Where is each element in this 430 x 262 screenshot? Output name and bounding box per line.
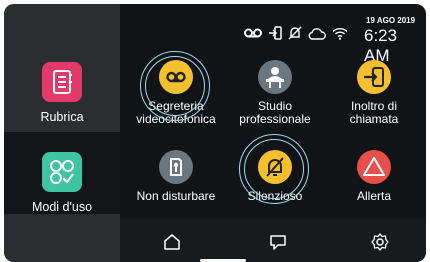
app-label-line1: Studio	[257, 99, 292, 113]
app-non-disturbare[interactable]: Non disturbare	[127, 150, 225, 226]
call-forward-icon	[357, 60, 391, 94]
settings-icon[interactable]	[370, 232, 390, 252]
app-label: Studio professionale	[239, 100, 310, 126]
status-bar: 19 AGO 2019 6:23 AM	[236, 14, 426, 65]
usage-modes-icon	[42, 152, 82, 192]
app-allerta[interactable]: Allerta	[325, 150, 423, 226]
forward-icon	[269, 26, 282, 40]
address-book-icon	[42, 62, 82, 102]
do-not-disturb-icon	[159, 150, 193, 184]
sidebar-footer	[4, 214, 120, 262]
cloud-icon	[308, 27, 326, 40]
app-label-line2: chiamata	[349, 112, 399, 126]
voicemail-icon	[244, 28, 262, 38]
app-label-line1: Inoltro di	[350, 99, 397, 113]
app-segreteria-videocitofonica[interactable]: Segreteria videocitofonica	[127, 51, 225, 136]
desk-person-icon	[258, 60, 292, 94]
status-date: 19 AGO 2019	[366, 16, 416, 25]
app-inoltro-chiamata[interactable]: Inoltro di chiamata	[325, 60, 423, 136]
alert-icon	[357, 150, 391, 184]
app-label: Non disturbare	[137, 190, 216, 203]
sidebar-item-label: Rubrica	[40, 110, 84, 124]
wifi-icon	[332, 27, 348, 40]
sidebar-item-label: Modi d'uso	[31, 200, 93, 214]
app-studio-professionale[interactable]: Studio professionale	[226, 60, 324, 136]
mute-icon	[288, 26, 302, 40]
chat-icon[interactable]	[268, 232, 288, 252]
home-icon[interactable]	[162, 232, 182, 252]
sidebar: Rubrica Modi d'uso	[4, 4, 120, 262]
app-label-line2: professionale	[239, 112, 311, 126]
bell-off-icon	[258, 150, 292, 184]
app-silenzioso[interactable]: Silenzioso	[226, 134, 324, 226]
app-label: Inoltro di chiamata	[350, 100, 399, 126]
voicemail-icon	[159, 60, 193, 94]
status-icons	[244, 26, 348, 40]
sidebar-item-rubrica[interactable]: Rubrica	[4, 62, 120, 134]
app-label-line1: Allerta	[356, 189, 391, 203]
app-label: Allerta	[357, 190, 391, 203]
app-label-line1: Non disturbare	[136, 189, 216, 203]
device-screen: Rubrica Modi d'uso 19 AGO 2019 6:23 AM S…	[4, 4, 426, 262]
bottom-nav	[120, 218, 426, 262]
